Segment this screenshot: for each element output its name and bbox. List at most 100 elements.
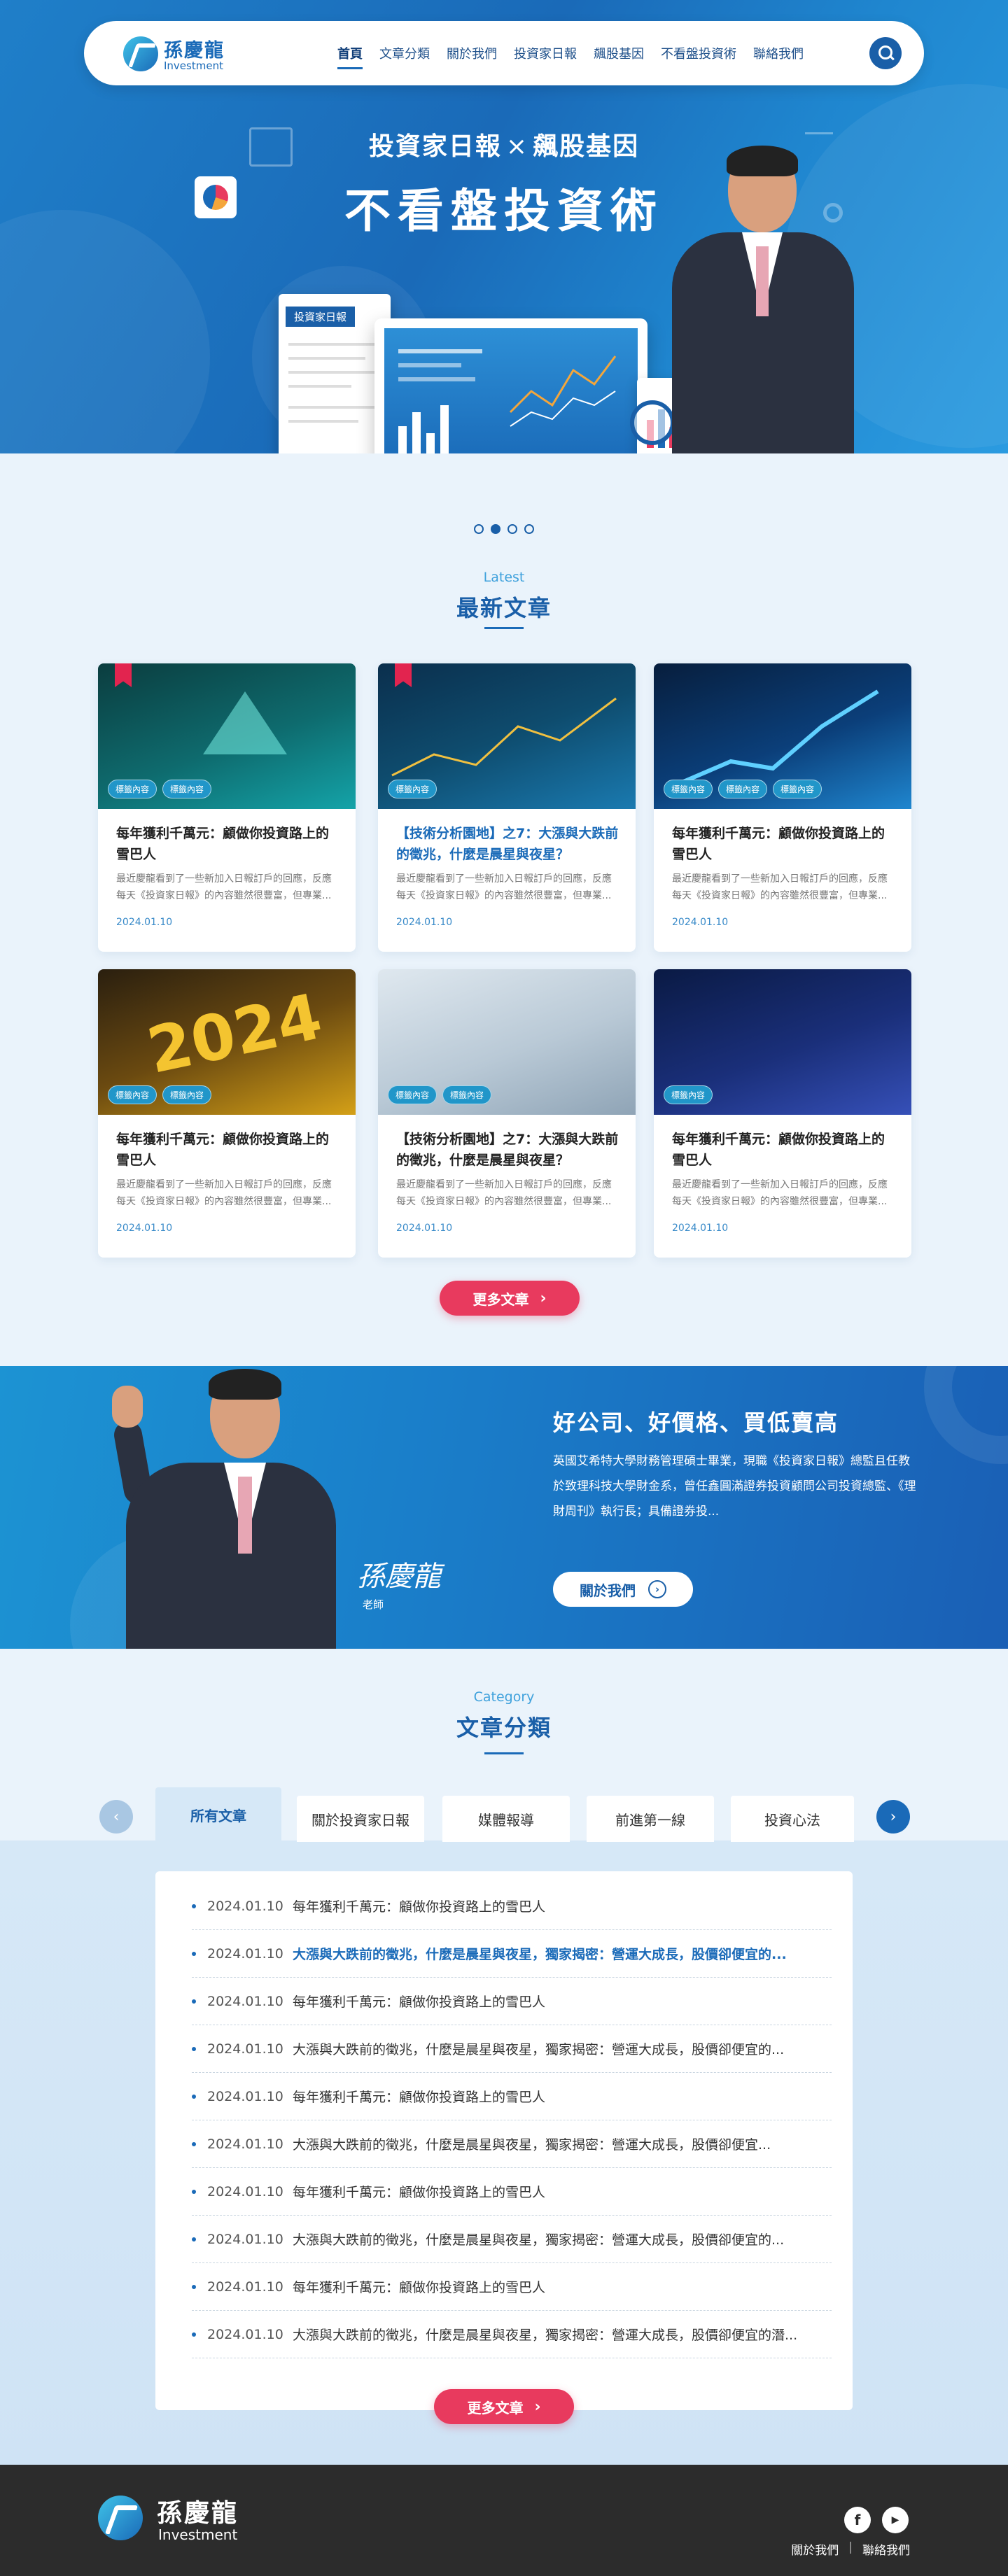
tag-badge[interactable]: 標籤內容: [388, 1085, 438, 1104]
list-item[interactable]: 2024.01.10 大漲與大跌前的徵兆，什麼是晨星與夜星，獨家揭密：營運大成長，…: [192, 2311, 832, 2358]
article-excerpt: 最近慶龍看到了一些新加入日報訂戶的回應，反應每天《投資家日報》的內容雖然很豐富，…: [116, 1179, 332, 1207]
article-card[interactable]: 標籤內容 標籤內容 標籤內容 每年獲利千萬元：顧做你投資路上的雪巴人 最近慶龍看到了一些…: [654, 663, 911, 952]
chevron-right-icon: ›: [648, 1580, 666, 1598]
category-heading: 文章分類: [456, 1715, 552, 1741]
list-item-title[interactable]: 大漲與大跌前的徵兆，什麼是晨星與夜星，獨家揭密：營運大成長，股價卻便宜的潛...: [293, 2325, 822, 2344]
list-item-date: 2024.01.10: [207, 1898, 284, 1914]
carousel-dot-active[interactable]: [491, 524, 500, 534]
facebook-icon[interactable]: f: [844, 2507, 871, 2533]
footer-separator: |: [848, 2540, 853, 2554]
pie-chart-icon: [195, 176, 237, 218]
nav-item-about[interactable]: 關於我們: [447, 44, 497, 62]
carousel-dot[interactable]: [524, 524, 534, 534]
top-nav: 孫慶龍 Investment 首頁 文章分類 關於我們 投資家日報 飆股基因 不…: [84, 21, 924, 85]
list-item-title[interactable]: 大漲與大跌前的徵兆，什麼是晨星與夜星，獨家揭密：營運大成長，股價卻便宜的...: [293, 1944, 822, 1963]
youtube-icon[interactable]: ▶: [882, 2507, 909, 2533]
hero-subtitle-left: 投資家日報: [368, 132, 502, 161]
logo-icon[interactable]: [123, 36, 158, 71]
list-item-title[interactable]: 每年獲利千萬元：顧做你投資路上的雪巴人: [293, 2277, 822, 2296]
report-illustration: 投資家日報: [279, 294, 391, 453]
article-excerpt: 最近慶龍看到了一些新加入日報訂戶的回應，反應每天《投資家日報》的內容雖然很豐富，…: [396, 1179, 612, 1207]
list-item-title[interactable]: 每年獲利千萬元：顧做你投資路上的雪巴人: [293, 2182, 822, 2201]
article-card[interactable]: 標籤內容 標籤內容【技術分析園地】之7：大漲與大跌前的徵兆，什麼是晨星與夜星？ 最近…: [378, 969, 636, 1258]
teacher-photo: [111, 1366, 350, 1649]
hero-banner: 孫慶龍 Investment 首頁 文章分類 關於我們 投資家日報 飆股基因 不…: [0, 0, 1008, 453]
nav-item-gene[interactable]: 飆股基因: [594, 44, 644, 62]
tab-frontline[interactable]: 前進第一線: [587, 1796, 714, 1842]
nav-item-contact[interactable]: 聯絡我們: [753, 44, 804, 62]
tab-mindset[interactable]: 投資心法: [731, 1796, 854, 1842]
list-item-title[interactable]: 大漲與大跌前的徵兆，什麼是晨星與夜星，獨家揭密：營運大成長，股價卻便宜...: [293, 2134, 822, 2153]
list-item-title[interactable]: 每年獲利千萬元：顧做你投資路上的雪巴人: [293, 2087, 822, 2106]
search-icon[interactable]: [869, 37, 902, 69]
list-item[interactable]: 2024.01.10 大漲與大跌前的徵兆，什麼是晨星與夜星，獨家揭密：營運大成長，…: [192, 1930, 832, 1978]
article-title[interactable]: 【技術分析園地】之7：大漲與大跌前的徵兆，什麼是晨星與夜星？: [396, 1129, 620, 1171]
list-item[interactable]: 2024.01.10 每年獲利千萬元：顧做你投資路上的雪巴人: [192, 1978, 832, 2025]
footer-logo-icon[interactable]: [98, 2496, 143, 2540]
tag-badge[interactable]: 標籤內容: [664, 1085, 713, 1104]
list-item[interactable]: 2024.01.10 大漲與大跌前的徵兆，什麼是晨星與夜星，獨家揭密：營運大成長，…: [192, 2120, 832, 2168]
bullet-icon: [192, 2189, 196, 2194]
tag-list: 標籤內容 標籤內容: [108, 780, 217, 798]
list-item-title[interactable]: 大漲與大跌前的徵兆，什麼是晨星與夜星，獨家揭密：營運大成長，股價卻便宜的...: [293, 2230, 822, 2248]
tag-badge[interactable]: 標籤內容: [162, 1085, 212, 1104]
tag-badge[interactable]: 標籤內容: [773, 780, 822, 798]
list-item-title[interactable]: 每年獲利千萬元：顧做你投資路上的雪巴人: [293, 1896, 822, 1915]
article-title[interactable]: 每年獲利千萬元：顧做你投資路上的雪巴人: [116, 823, 340, 865]
tag-badge[interactable]: 標籤內容: [442, 1085, 492, 1104]
laptop-chart: [398, 349, 617, 453]
nav-item-no-watch[interactable]: 不看盤投資術: [661, 44, 736, 62]
bar-chart-icon: [805, 113, 833, 134]
tab-all-articles[interactable]: 所有文章: [155, 1787, 281, 1842]
list-item-title[interactable]: 大漲與大跌前的徵兆，什麼是晨星與夜星，獨家揭密：營運大成長，股價卻便宜的...: [293, 2039, 822, 2058]
more-articles-button[interactable]: 更多文章 ›: [440, 1281, 580, 1316]
heading-divider: [484, 1752, 524, 1754]
footer-logo-text[interactable]: 孫慶龍: [157, 2493, 239, 2529]
carousel-dot[interactable]: [474, 524, 484, 534]
tag-badge[interactable]: 標籤內容: [388, 780, 438, 798]
article-card[interactable]: 標籤內容 每年獲利千萬元：顧做你投資路上的雪巴人 最近慶龍看到了一些新加入日報訂戶的…: [654, 969, 911, 1258]
article-title[interactable]: 每年獲利千萬元：顧做你投資路上的雪巴人: [672, 1129, 896, 1171]
article-card[interactable]: 2024 標籤內容 標籤內容 每年獲利千萬元：顧做你投資路上的雪巴人 最近慶龍看到了一些…: [98, 969, 356, 1258]
tag-badge[interactable]: 標籤內容: [664, 780, 713, 798]
tab-media[interactable]: 媒體報導: [442, 1796, 570, 1842]
tab-about-daily[interactable]: 關於投資家日報: [297, 1796, 424, 1842]
bullet-icon: [192, 2094, 196, 2099]
logo-text[interactable]: 孫慶龍: [164, 35, 225, 62]
list-item[interactable]: 2024.01.10 每年獲利千萬元：顧做你投資路上的雪巴人: [192, 2168, 832, 2216]
list-item[interactable]: 2024.01.10 每年獲利千萬元：顧做你投資路上的雪巴人: [192, 1882, 832, 1930]
tabs-next-button[interactable]: ›: [876, 1800, 910, 1834]
more-list-label: 更多文章: [467, 2399, 524, 2416]
tag-badge[interactable]: 標籤內容: [108, 1085, 158, 1104]
laptop-illustration: [374, 318, 648, 453]
article-title[interactable]: 每年獲利千萬元：顧做你投資路上的雪巴人: [116, 1129, 340, 1171]
nav-item-categories[interactable]: 文章分類: [379, 44, 430, 62]
article-card[interactable]: 標籤內容 【技術分析園地】之7：大漲與大跌前的徵兆，什麼是晨星與夜星？ 最近慶龍看到…: [378, 663, 636, 952]
about-us-button[interactable]: 關於我們 ›: [553, 1572, 693, 1607]
list-item[interactable]: 2024.01.10 每年獲利千萬元：顧做你投資路上的雪巴人: [192, 2073, 832, 2120]
logo-subtext: Investment: [164, 59, 223, 72]
about-description: 英國艾希特大學財務管理碩士畢業，現職《投資家日報》總監且任教於致理科技大學財金系…: [553, 1454, 916, 1519]
footer: 孫慶龍 Investment f ▶ 關於我們 | 聯絡我們: [0, 2465, 1008, 2576]
footer-link-about[interactable]: 關於我們: [791, 2540, 839, 2558]
tag-badge[interactable]: 標籤內容: [108, 780, 158, 798]
list-item[interactable]: 2024.01.10 每年獲利千萬元：顧做你投資路上的雪巴人: [192, 2263, 832, 2311]
chevron-right-icon: ›: [540, 1289, 547, 1307]
list-item[interactable]: 2024.01.10 大漲與大跌前的徵兆，什麼是晨星與夜星，獨家揭密：營運大成長，…: [192, 2216, 832, 2263]
article-card[interactable]: 標籤內容 標籤內容 每年獲利千萬元：顧做你投資路上的雪巴人 最近慶龍看到了一些新加入日…: [98, 663, 356, 952]
tag-badge[interactable]: 標籤內容: [162, 780, 212, 798]
nav-item-home[interactable]: 首頁: [337, 44, 363, 69]
list-item-title[interactable]: 每年獲利千萬元：顧做你投資路上的雪巴人: [293, 1992, 822, 2011]
footer-link-contact[interactable]: 聯絡我們: [862, 2540, 910, 2558]
carousel-dot[interactable]: [507, 524, 517, 534]
list-item[interactable]: 2024.01.10 大漲與大跌前的徵兆，什麼是晨星與夜星，獨家揭密：營運大成長，…: [192, 2025, 832, 2073]
hero-title: 不看盤投資術: [344, 184, 664, 238]
chevron-left-icon: ‹: [113, 1808, 120, 1826]
tag-badge[interactable]: 標籤內容: [718, 780, 768, 798]
list-item-date: 2024.01.10: [207, 2183, 284, 2200]
nav-item-daily[interactable]: 投資家日報: [514, 44, 577, 62]
article-title[interactable]: 每年獲利千萬元：顧做你投資路上的雪巴人: [672, 823, 896, 865]
tabs-prev-button[interactable]: ‹: [99, 1800, 133, 1834]
article-title[interactable]: 【技術分析園地】之7：大漲與大跌前的徵兆，什麼是晨星與夜星？: [396, 823, 620, 865]
more-list-button[interactable]: 更多文章 ›: [434, 2389, 574, 2424]
